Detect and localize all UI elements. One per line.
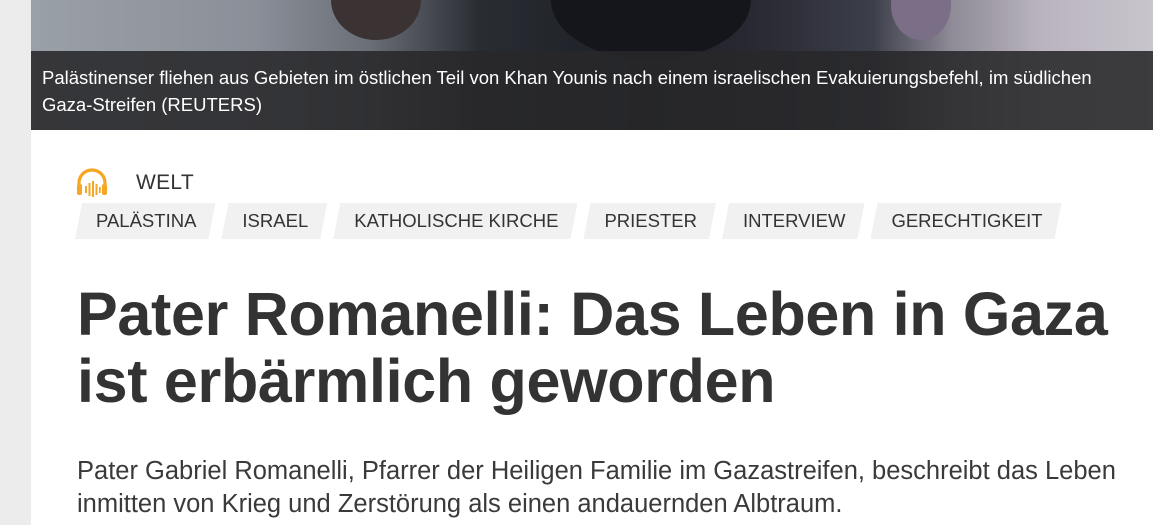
hero-figure-shape xyxy=(891,0,951,40)
article-page: Palästinenser fliehen aus Gebieten im ös… xyxy=(31,0,1153,525)
article-headline: Pater Romanelli: Das Leben in Gaza ist e… xyxy=(77,280,1108,415)
tag-palaestina[interactable]: PALÄSTINA xyxy=(75,203,215,239)
section-label[interactable]: WELT xyxy=(136,171,194,195)
tag-list: PALÄSTINA ISRAEL KATHOLISCHE KIRCHE PRIE… xyxy=(75,203,1068,239)
tag-priester[interactable]: PRIESTER xyxy=(583,203,716,239)
tag-interview[interactable]: INTERVIEW xyxy=(722,203,864,239)
hero-figure-shape xyxy=(331,0,421,40)
tag-israel[interactable]: ISRAEL xyxy=(221,203,327,239)
section-row: WELT xyxy=(75,166,194,200)
hero-image: Palästinenser fliehen aus Gebieten im ös… xyxy=(31,0,1153,130)
image-caption: Palästinenser fliehen aus Gebieten im ös… xyxy=(31,51,1153,130)
headphones-audio-icon[interactable] xyxy=(75,168,109,198)
tag-gerechtigkeit[interactable]: GERECHTIGKEIT xyxy=(870,203,1061,239)
tag-katholische-kirche[interactable]: KATHOLISCHE KIRCHE xyxy=(333,203,577,239)
article-lead: Pater Gabriel Romanelli, Pfarrer der Hei… xyxy=(77,457,1116,518)
